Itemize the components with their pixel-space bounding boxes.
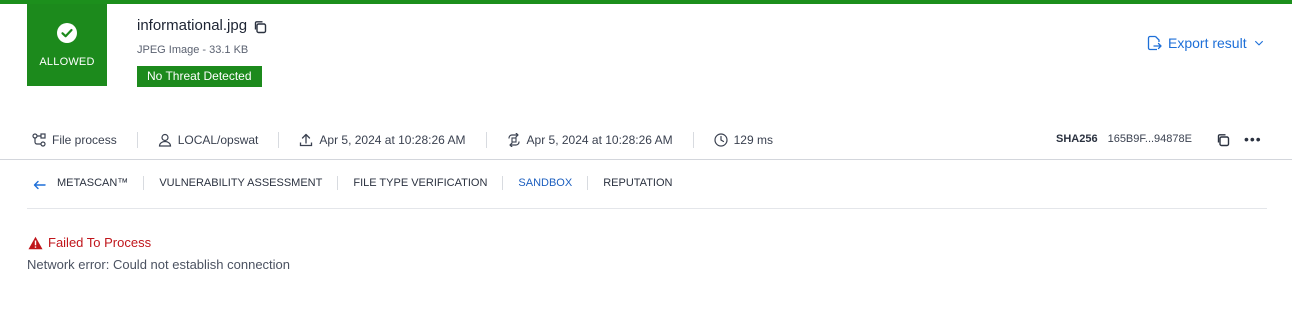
upload-time: Apr 5, 2024 at 10:28:26 AM [299,132,487,148]
copy-icon[interactable] [253,20,267,34]
divider [0,159,1292,160]
scan-tabs: METASCAN™ VULNERABILITY ASSESSMENT FILE … [32,176,687,190]
warning-icon [28,236,43,249]
process-time: Apr 5, 2024 at 10:28:26 AM [507,132,694,148]
upload-icon [300,133,313,147]
export-result-label: Export result [1168,35,1247,51]
process-label: File process [52,133,117,147]
status-tile: ALLOWED [27,4,107,86]
scan-meta-row: File process LOCAL/opswat Apr 5, 2024 at… [32,128,813,152]
tab-sandbox[interactable]: SANDBOX [502,176,587,190]
threat-status-badge: No Threat Detected [137,66,262,87]
file-name-text: informational.jpg [137,17,248,34]
export-file-icon [1147,35,1162,51]
upload-time-label: Apr 5, 2024 at 10:28:26 AM [319,133,466,147]
user-icon [158,133,171,147]
back-arrow-icon[interactable] [32,176,46,190]
sha256-hash: SHA256 165B9F...94878E ••• [1056,131,1261,147]
workflow-icon [32,133,46,147]
sha256-label: SHA256 [1056,133,1098,145]
chevron-down-icon [1254,40,1263,46]
export-result-button[interactable]: Export result [1146,35,1265,51]
divider [27,208,1267,209]
tab-file-type-verification[interactable]: FILE TYPE VERIFICATION [337,176,502,190]
tab-vulnerability-assessment[interactable]: VULNERABILITY ASSESSMENT [143,176,337,190]
refresh-icon [507,133,520,147]
sha256-value: 165B9F...94878E [1107,133,1192,145]
user: LOCAL/opswat [158,132,280,148]
status-bar [0,0,1292,4]
check-circle-icon [57,23,77,43]
file-meta: JPEG Image - 33.1 KB [137,44,249,56]
error-message: Network error: Could not establish conne… [27,257,291,272]
user-label: LOCAL/opswat [177,133,259,147]
duration-label: 129 ms [733,133,773,147]
tab-reputation[interactable]: REPUTATION [587,176,687,190]
more-options-icon[interactable]: ••• [1244,131,1262,147]
copy-hash-icon[interactable] [1216,133,1230,147]
clock-icon [714,133,728,147]
file-name: informational.jpg [137,17,267,34]
error-title: Failed To Process [28,235,151,250]
status-label: ALLOWED [39,56,95,68]
process-type: File process [32,132,138,148]
error-title-text: Failed To Process [48,235,152,250]
process-time-label: Apr 5, 2024 at 10:28:26 AM [526,133,673,147]
duration: 129 ms [714,132,793,148]
tab-metascan[interactable]: METASCAN™ [57,176,143,190]
